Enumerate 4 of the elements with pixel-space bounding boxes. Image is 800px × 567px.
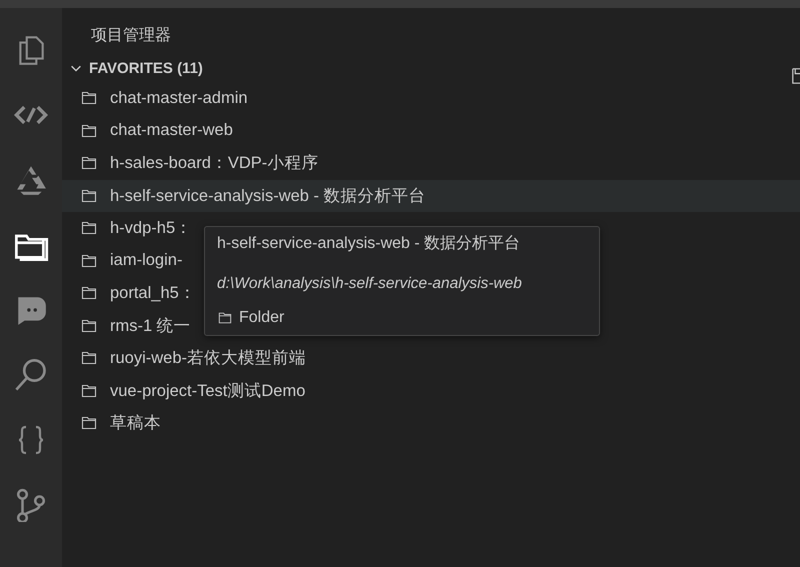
tooltip-path: d:\Work\analysis\h-self-service-analysis-web xyxy=(217,274,523,294)
tooltip-kind: Folder xyxy=(239,309,284,327)
panel-title: 项目管理器 xyxy=(91,26,172,46)
tooltip-title: h-self-service-analysis-web - 数据分析平台 xyxy=(217,234,522,254)
